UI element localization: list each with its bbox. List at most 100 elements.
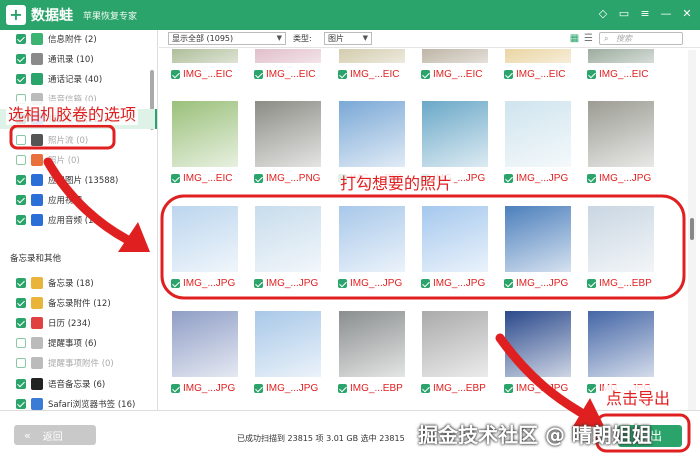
list-view-icon[interactable]: ☰ xyxy=(583,33,594,44)
photo-checkbox[interactable] xyxy=(171,70,180,79)
photo-checkbox[interactable] xyxy=(338,384,347,393)
sidebar-checkbox[interactable] xyxy=(16,398,26,409)
show-filter-select[interactable]: 显示全部 (1095) ▼ xyxy=(168,32,286,45)
sidebar-checkbox[interactable] xyxy=(16,34,26,44)
photo-item[interactable]: IMG_...EIC xyxy=(419,49,489,80)
photo-checkbox[interactable] xyxy=(171,384,180,393)
sidebar-item[interactable]: 应用音频 (15) xyxy=(0,210,157,230)
sidebar-item[interactable]: 通话记录 (40) xyxy=(0,69,157,89)
sidebar-checkbox[interactable] xyxy=(16,214,26,225)
sidebar-checkbox[interactable] xyxy=(16,358,26,369)
photo-item[interactable]: IMG_...EBP xyxy=(585,206,655,289)
photo-checkbox[interactable] xyxy=(254,384,263,393)
photo-thumbnail[interactable] xyxy=(339,311,405,377)
photo-thumbnail[interactable] xyxy=(339,206,405,272)
photo-checkbox[interactable] xyxy=(338,70,347,79)
photo-thumbnail[interactable] xyxy=(339,101,405,167)
photo-thumbnail[interactable] xyxy=(172,101,238,167)
sidebar-item[interactable]: 应用视频 xyxy=(0,190,157,210)
sidebar-checkbox[interactable] xyxy=(16,338,26,349)
photo-item[interactable]: IMG_...JPG xyxy=(419,101,489,184)
photo-thumbnail[interactable] xyxy=(422,101,488,167)
photo-item[interactable]: IMG_...JPG xyxy=(585,311,655,394)
photo-item[interactable]: IMG_...JPG xyxy=(169,311,239,394)
sidebar-checkbox[interactable] xyxy=(16,134,26,145)
photo-item[interactable]: IMG_...JPG xyxy=(585,101,655,184)
photo-checkbox[interactable] xyxy=(421,279,430,288)
grid-view-icon[interactable]: ▦ xyxy=(569,33,580,44)
photo-thumbnail[interactable] xyxy=(255,49,321,63)
photo-thumbnail[interactable] xyxy=(339,49,405,63)
menu-icon[interactable]: ≡ xyxy=(638,6,652,22)
chat-icon[interactable]: ▭ xyxy=(617,6,631,22)
back-button[interactable]: « 返回 xyxy=(14,425,96,445)
sidebar-checkbox[interactable] xyxy=(16,278,26,288)
photo-checkbox[interactable] xyxy=(587,279,596,288)
search-input[interactable]: ⌕ 搜索 xyxy=(599,32,683,45)
photo-thumbnail[interactable] xyxy=(255,206,321,272)
photo-checkbox[interactable] xyxy=(254,174,263,183)
photo-item[interactable]: IMG_...JPG xyxy=(252,311,322,394)
sidebar-item[interactable]: 应用图片 (13588) xyxy=(0,170,157,190)
sidebar-item[interactable]: 照片流 (0) xyxy=(0,130,157,150)
sidebar-checkbox[interactable] xyxy=(16,298,26,309)
photo-item[interactable]: IMG_...JPG xyxy=(502,206,572,289)
photo-item[interactable]: IMG_...JPG xyxy=(336,101,406,184)
photo-checkbox[interactable] xyxy=(504,384,513,393)
photo-thumbnail[interactable] xyxy=(588,206,654,272)
photo-thumbnail[interactable] xyxy=(505,101,571,167)
photo-item[interactable]: IMG_...EIC xyxy=(169,101,239,184)
grid-scrollbar-thumb[interactable] xyxy=(690,218,694,240)
photo-item[interactable]: IMG_...JPG xyxy=(502,311,572,394)
photo-checkbox[interactable] xyxy=(338,279,347,288)
photo-checkbox[interactable] xyxy=(171,174,180,183)
photo-checkbox[interactable] xyxy=(254,70,263,79)
photo-checkbox[interactable] xyxy=(504,70,513,79)
sidebar-item[interactable]: 语音备忘录 (6) xyxy=(0,374,157,394)
photo-item[interactable]: IMG_...JPG xyxy=(169,206,239,289)
grid-scrollbar[interactable] xyxy=(688,50,696,410)
photo-item[interactable]: IMG_...JPG xyxy=(419,206,489,289)
sidebar-checkbox[interactable] xyxy=(16,154,26,165)
photo-item[interactable]: IMG_...EIC xyxy=(252,49,322,80)
photo-thumbnail[interactable] xyxy=(172,49,238,63)
photo-thumbnail[interactable] xyxy=(255,311,321,377)
photo-thumbnail[interactable] xyxy=(422,49,488,63)
photo-thumbnail[interactable] xyxy=(505,206,571,272)
sidebar-checkbox[interactable] xyxy=(16,378,26,389)
photo-thumbnail[interactable] xyxy=(588,49,654,63)
photo-thumbnail[interactable] xyxy=(588,311,654,377)
sidebar-item[interactable]: Safari浏览器书签 (16) xyxy=(0,394,157,410)
photo-item[interactable]: IMG_...EBP xyxy=(336,311,406,394)
photo-checkbox[interactable] xyxy=(254,279,263,288)
photo-checkbox[interactable] xyxy=(504,279,513,288)
photo-thumbnail[interactable] xyxy=(422,311,488,377)
photo-item[interactable]: IMG_...EIC xyxy=(336,49,406,80)
sidebar-item[interactable]: 日历 (234) xyxy=(0,313,157,333)
sidebar-item[interactable]: 备忘录 (18) xyxy=(0,273,157,293)
photo-checkbox[interactable] xyxy=(587,384,596,393)
sidebar-item[interactable]: 备忘录附件 (12) xyxy=(0,293,157,313)
photo-item[interactable]: IMG_...JPG xyxy=(502,101,572,184)
photo-item[interactable]: IMG_...JPG xyxy=(252,206,322,289)
photo-item[interactable]: IMG_...EBP xyxy=(419,311,489,394)
sidebar-checkbox[interactable] xyxy=(16,174,26,185)
sidebar-checkbox[interactable] xyxy=(16,318,26,329)
photo-item[interactable]: IMG_...EIC xyxy=(502,49,572,80)
sidebar-item[interactable]: 照片 (0) xyxy=(0,150,157,170)
photo-thumbnail[interactable] xyxy=(505,49,571,63)
minimize-icon[interactable]: — xyxy=(659,6,673,22)
photo-checkbox[interactable] xyxy=(504,174,513,183)
close-icon[interactable]: ✕ xyxy=(680,6,694,22)
photo-checkbox[interactable] xyxy=(587,70,596,79)
sidebar-item[interactable]: 提醒事项附件 (0) xyxy=(0,353,157,373)
photo-checkbox[interactable] xyxy=(421,384,430,393)
photo-thumbnail[interactable] xyxy=(255,101,321,167)
photo-item[interactable]: IMG_...EIC xyxy=(585,49,655,80)
photo-item[interactable]: IMG_...PNG xyxy=(252,101,322,184)
photo-checkbox[interactable] xyxy=(421,70,430,79)
type-select[interactable]: 图片 ▼ xyxy=(324,32,372,45)
photo-thumbnail[interactable] xyxy=(172,206,238,272)
sidebar-checkbox[interactable] xyxy=(16,74,26,85)
diamond-icon[interactable]: ◇ xyxy=(596,6,610,22)
